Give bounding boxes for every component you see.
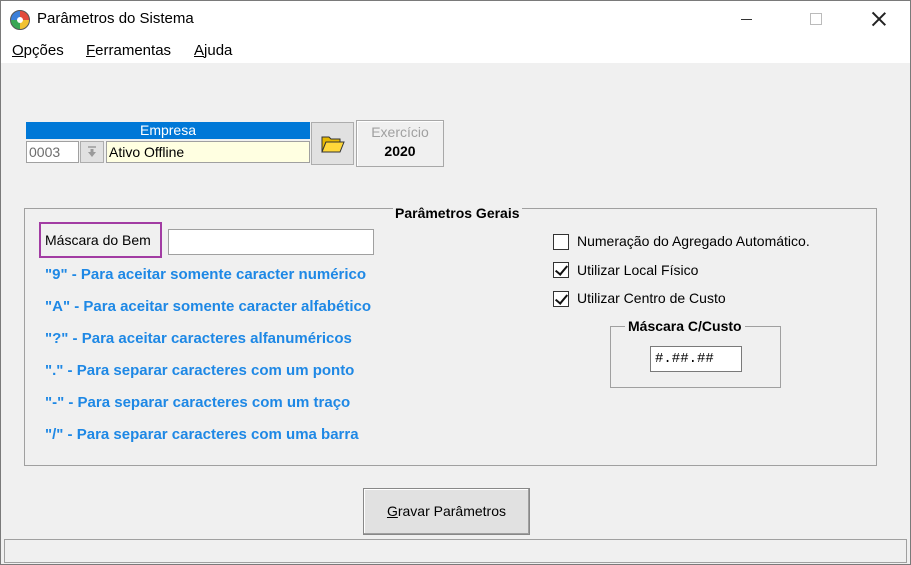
checkbox-numeracao-agregado[interactable] [553,234,569,250]
checkbox-centro-custo-label[interactable]: Utilizar Centro de Custo [577,290,726,306]
minimize-button[interactable] [723,1,769,37]
empresa-name-field[interactable]: Ativo Offline [106,141,310,163]
empresa-selector: Empresa 0003 Ativo Offline [26,122,310,164]
exercicio-year: 2020 [384,143,416,159]
menu-ajuda[interactable]: Ajuda [194,42,232,59]
hint-alpha: "A" - Para aceitar somente caracter alfa… [45,298,372,315]
mascara-do-bem-label: Máscara do Bem [39,222,162,258]
close-icon [871,11,887,27]
hint-alphanumeric: "?" - Para aceitar caracteres alfanuméri… [45,330,352,347]
menu-ferramentas-label: erramentas [95,42,172,59]
close-button[interactable] [856,1,902,37]
empresa-header: Empresa [26,122,310,139]
hint-numeric: "9" - Para aceitar somente caracter numé… [45,266,367,283]
exercicio-panel: Exercício 2020 [356,120,444,167]
mascara-custo-title: Máscara C/Custo [625,318,745,334]
mascara-custo-input[interactable]: #.##.## [650,346,742,372]
menu-opcoes-label: pções [23,42,64,59]
parametros-gerais-title: Parâmetros Gerais [393,205,522,221]
status-bar [4,539,907,563]
menu-bar: Opções Ferramentas Ajuda [1,37,910,63]
menu-ferramentas-mnemonic: F [86,42,96,59]
menu-opcoes-mnemonic: O [12,42,24,59]
minimize-icon [740,18,752,20]
open-folder-button[interactable] [311,122,354,165]
app-icon [10,10,30,30]
title-bar: Parâmetros do Sistema [1,1,910,37]
checkbox-centro-custo[interactable] [553,291,569,307]
checkbox-numeracao-agregado-label[interactable]: Numeração do Agregado Automático. [577,233,810,249]
hint-dot-separator: "." - Para separar caracteres com um pon… [45,362,355,379]
hint-dash-separator: "-" - Para separar caracteres com um tra… [45,394,351,411]
maximize-button[interactable] [793,1,839,37]
menu-ferramentas[interactable]: Ferramentas [86,42,171,59]
mascara-do-bem-input[interactable] [168,229,374,255]
maximize-icon [810,13,822,25]
checkbox-local-fisico-label[interactable]: Utilizar Local Físico [577,262,698,278]
main-window: Parâmetros do Sistema Opções Ferramentas… [0,0,911,565]
hint-slash-separator: "/" - Para separar caracteres com uma ba… [45,426,359,443]
menu-ajuda-mnemonic: A [194,42,205,59]
menu-ajuda-label: juda [204,42,233,59]
folder-open-icon [320,136,345,152]
menu-opcoes[interactable]: Opções [12,42,64,59]
gravar-label: ravar Parâmetros [397,503,507,519]
empresa-code-field[interactable]: 0003 [26,141,79,163]
window-title: Parâmetros do Sistema [37,10,194,27]
empresa-dropdown-button[interactable] [80,141,104,163]
down-arrow-icon [88,146,96,157]
checkbox-local-fisico[interactable] [553,262,569,278]
gravar-mnemonic: G [386,503,398,519]
gravar-parametros-button[interactable]: Gravar Parâmetros [363,488,530,535]
exercicio-label: Exercício [371,124,429,140]
